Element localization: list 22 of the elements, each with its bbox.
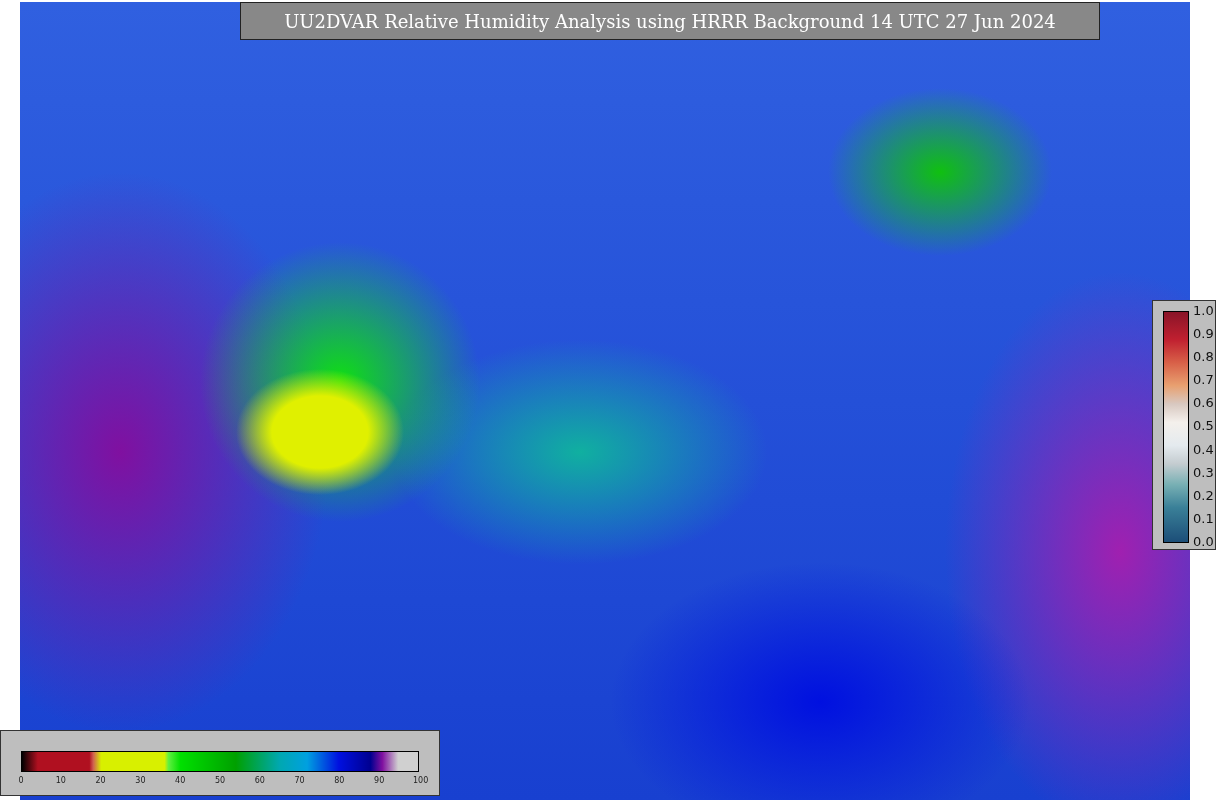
legend-tick-label: 0.9 xyxy=(1193,326,1214,342)
legend-tick-label: 0.0 xyxy=(1193,533,1214,549)
legend-tick-label: 0.7 xyxy=(1193,372,1214,388)
colorbar-tick-label: 90 xyxy=(373,776,386,785)
colorbar-tick-label: 30 xyxy=(134,776,147,785)
legend-tick-label: 0.6 xyxy=(1193,395,1214,411)
colorbar-tick-label: 80 xyxy=(333,776,346,785)
legend-tick-label: 0.8 xyxy=(1193,349,1214,365)
colorbar-tick-label: 60 xyxy=(253,776,266,785)
colorbar-tick-label: 10 xyxy=(54,776,67,785)
legend-tick-label: 0.2 xyxy=(1193,487,1214,503)
colorbar-tick-label: 0 xyxy=(17,776,25,785)
legend-tick-label: 0.4 xyxy=(1193,441,1214,457)
legend-tick-label: 0.1 xyxy=(1193,510,1214,526)
legend-tick-label: 0.3 xyxy=(1193,464,1214,480)
colorbar-tick-label: 70 xyxy=(293,776,306,785)
colorbar-tick-label: 50 xyxy=(214,776,226,785)
colorbar-tick-label: 20 xyxy=(94,776,107,785)
colorbar-tick-label: 40 xyxy=(174,776,187,785)
map-title: UU2DVAR Relative Humidity Analysis using HRRR Background 14 UTC 27 Jun 2024 xyxy=(240,2,1100,40)
legend-tick-label: 1.0 xyxy=(1193,303,1214,318)
legend-tick-label: 0.5 xyxy=(1193,418,1214,434)
